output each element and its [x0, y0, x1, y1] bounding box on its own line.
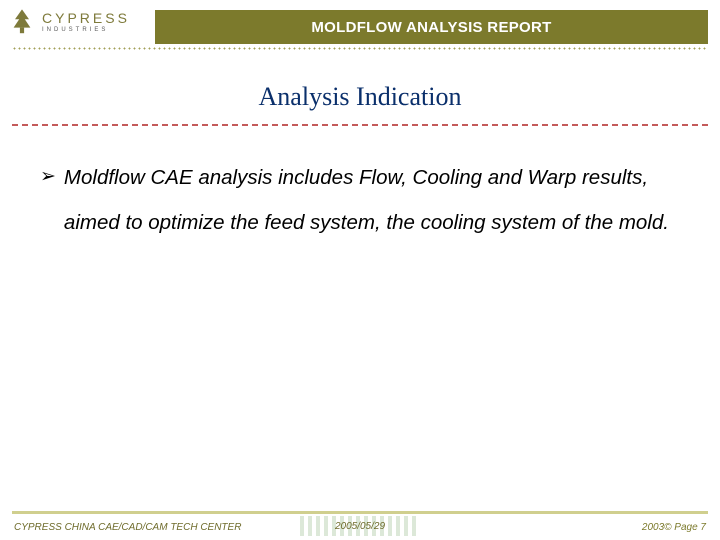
title-bar: MOLDFLOW ANALYSIS REPORT	[155, 10, 708, 44]
logo: CYPRESS INDUSTRIES	[8, 8, 130, 36]
section-heading: Analysis Indication	[0, 82, 720, 112]
footer-date: 2005/05/29	[335, 521, 385, 532]
bullet-icon: ➢	[40, 155, 56, 200]
cypress-tree-icon	[8, 8, 36, 36]
divider-dashed	[12, 124, 708, 126]
logo-subtitle: INDUSTRIES	[42, 27, 130, 33]
footer-divider	[12, 511, 708, 514]
bullet-text: Moldflow CAE analysis includes Flow, Coo…	[64, 155, 688, 245]
report-title: MOLDFLOW ANALYSIS REPORT	[311, 19, 551, 36]
logo-name: CYPRESS	[42, 11, 130, 25]
body-text: ➢ Moldflow CAE analysis includes Flow, C…	[40, 155, 688, 245]
logo-text: CYPRESS INDUSTRIES	[42, 11, 130, 33]
slide: CYPRESS INDUSTRIES MOLDFLOW ANALYSIS REP…	[0, 0, 720, 540]
divider-dots	[12, 47, 708, 50]
footer-left: CYPRESS CHINA CAE/CAD/CAM TECH CENTER	[14, 522, 241, 533]
footer-page: 2003© Page 7	[642, 522, 706, 533]
list-item: ➢ Moldflow CAE analysis includes Flow, C…	[40, 155, 688, 245]
footer-date-wrap: 2005/05/29	[300, 516, 420, 536]
